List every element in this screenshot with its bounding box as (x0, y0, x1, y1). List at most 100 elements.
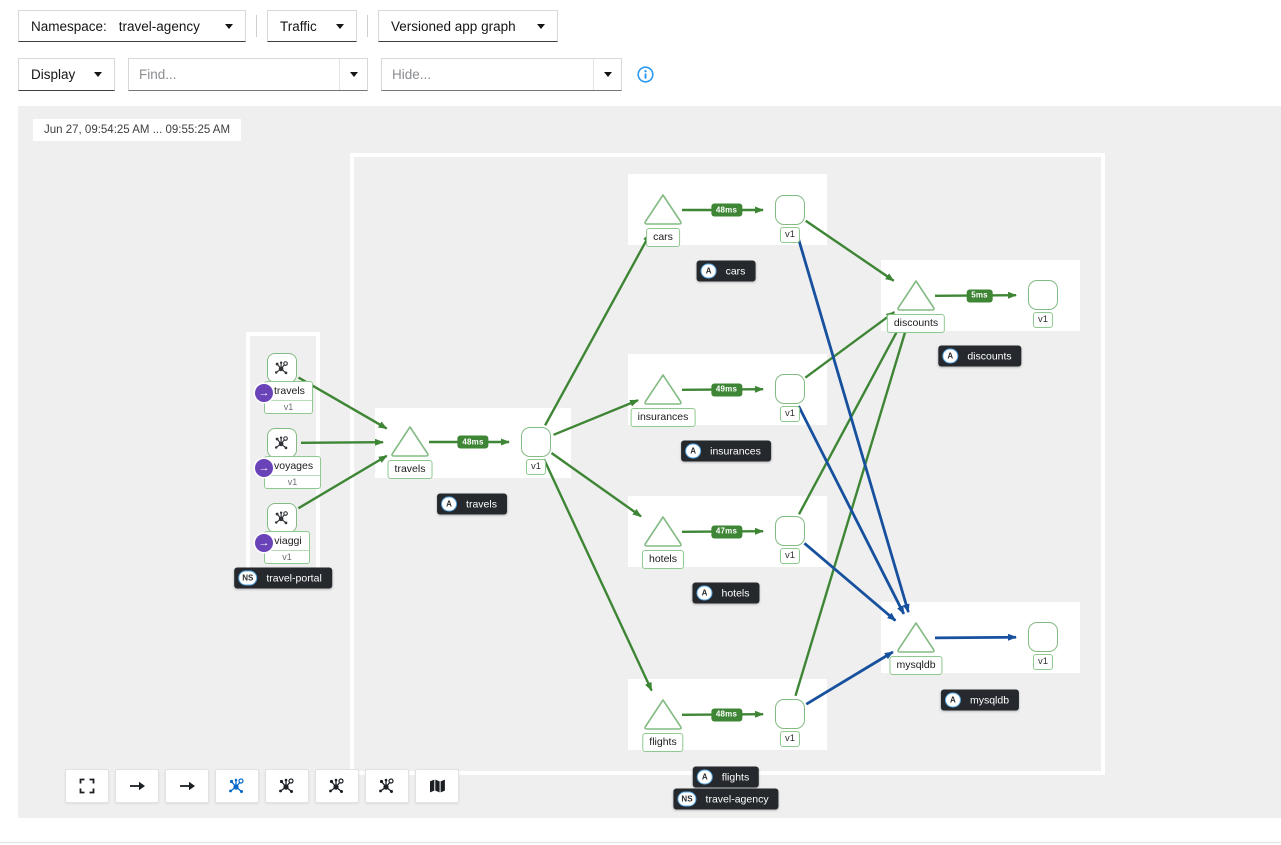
hide-input-group (381, 58, 622, 91)
chevron-down-icon (604, 72, 612, 77)
app-badge: A (441, 497, 457, 512)
legend-button[interactable] (415, 769, 459, 803)
namespace-select[interactable]: Namespace: travel-agency (18, 10, 246, 42)
chip-label: travels (466, 498, 497, 510)
layout-1-button[interactable] (265, 769, 309, 803)
graph-toolbar-row2: Display (18, 58, 654, 91)
find-input[interactable] (129, 59, 339, 90)
chip-label: mysqldb (970, 694, 1009, 706)
traffic-source-badge: → (255, 459, 273, 477)
hide-input[interactable] (382, 59, 593, 90)
service-triangle-shape (641, 513, 685, 549)
app-chip-discounts[interactable]: Adiscounts (938, 346, 1021, 367)
edge-arrow-a-button[interactable] (115, 769, 159, 803)
app-chip-insurances[interactable]: Ainsurances (681, 441, 771, 462)
node-hotels-svc[interactable] (641, 513, 685, 554)
edge-latency-label: 5ms (966, 289, 993, 302)
find-options-button[interactable] (339, 59, 367, 90)
app-chip-flights[interactable]: Aflights (693, 767, 759, 788)
edge-latency-label: 48ms (457, 436, 488, 449)
time-range-label: Jun 27, 09:54:25 AM ... 09:55:25 AM (33, 119, 241, 141)
node-flights-svc[interactable] (641, 696, 685, 737)
layout-2-button[interactable] (315, 769, 359, 803)
chip-label: discounts (967, 350, 1011, 362)
traffic-select[interactable]: Traffic (267, 10, 357, 42)
app-chip-mysqldb[interactable]: Amysqldb (941, 690, 1019, 711)
topology-icon (228, 777, 246, 795)
source-version-label: v1 (265, 475, 320, 488)
info-icon[interactable] (637, 66, 654, 83)
node-label-cars-v1: v1 (780, 227, 800, 243)
node-label-src-viaggi: →viaggiv1 (264, 531, 310, 564)
zoom-to-fit-button[interactable] (65, 769, 109, 803)
node-label-src-voyages: →voyagesv1 (264, 456, 321, 489)
node-label-insurances-svc: insurances (631, 408, 696, 427)
graph-type-select[interactable]: Versioned app graph (378, 10, 558, 42)
layout-default-button[interactable] (215, 769, 259, 803)
source-version-label: v1 (265, 550, 309, 563)
hide-options-button[interactable] (593, 59, 621, 90)
node-label-src-travels: →travelsv1 (264, 381, 313, 414)
node-cars-v1[interactable] (775, 195, 805, 225)
chip-label: travel-portal (266, 572, 321, 584)
chevron-down-icon (350, 72, 358, 77)
node-label-discounts-v1: v1 (1033, 312, 1053, 328)
service-triangle-shape (641, 191, 685, 227)
node-label-mysqldb-v1: v1 (1033, 654, 1053, 670)
node-discounts-v1[interactable] (1028, 280, 1058, 310)
node-insurances-svc[interactable] (641, 371, 685, 412)
service-triangle-shape (641, 371, 685, 407)
node-discounts-svc[interactable] (894, 277, 938, 318)
node-mysqldb-v1[interactable] (1028, 622, 1058, 652)
node-travels-svc[interactable] (388, 423, 432, 464)
arrow-right-icon (129, 778, 146, 794)
topology-icon (274, 360, 290, 376)
expand-icon (79, 778, 95, 794)
layout-3-button[interactable] (365, 769, 409, 803)
traffic-label: Traffic (280, 19, 317, 34)
node-src-voyages[interactable] (267, 428, 297, 458)
node-layer: →travelsv1 →voyagesv1 →viaggiv1 travelsv… (18, 106, 1281, 818)
edge-latency-label: 48ms (711, 204, 742, 217)
node-label-discounts-svc: discounts (887, 314, 945, 333)
namespace-badge: NS (677, 792, 696, 807)
app-chip-hotels[interactable]: Ahotels (692, 583, 759, 604)
graph-type-value: Versioned app graph (391, 19, 516, 34)
node-mysqldb-svc[interactable] (894, 619, 938, 660)
node-hotels-v1[interactable] (775, 516, 805, 546)
namespace-value: travel-agency (119, 19, 200, 34)
graph-canvas[interactable]: Jun 27, 09:54:25 AM ... 09:55:25 AM (18, 106, 1281, 818)
node-flights-v1[interactable] (775, 699, 805, 729)
node-label-travels-svc: travels (388, 460, 433, 479)
topology-icon (328, 777, 346, 795)
source-name-label: voyages (265, 457, 320, 475)
toolbar-divider (256, 15, 257, 37)
edge-latency-label: 47ms (711, 525, 742, 538)
app-badge: A (942, 349, 958, 364)
node-insurances-v1[interactable] (775, 374, 805, 404)
display-dropdown[interactable]: Display (18, 58, 115, 91)
display-label: Display (31, 67, 75, 82)
app-chip-travels[interactable]: Atravels (437, 494, 507, 515)
node-label-travels-v1: v1 (526, 459, 546, 475)
node-cars-svc[interactable] (641, 191, 685, 232)
topology-icon (378, 777, 396, 795)
node-src-travels[interactable] (267, 353, 297, 383)
map-icon (429, 778, 446, 794)
app-badge: A (945, 693, 961, 708)
app-badge: A (701, 264, 717, 279)
chip-label: hotels (721, 587, 749, 599)
app-chip-cars[interactable]: Acars (697, 261, 756, 282)
node-travels-v1[interactable] (521, 427, 551, 457)
service-triangle-shape (641, 696, 685, 732)
chip-label: travel-agency (706, 793, 769, 805)
namespace-chip-travel-portal[interactable]: NStravel-portal (234, 568, 332, 589)
edge-arrow-b-button[interactable] (165, 769, 209, 803)
chevron-down-icon (94, 72, 102, 77)
node-src-viaggi[interactable] (267, 503, 297, 533)
node-label-flights-v1: v1 (780, 731, 800, 747)
topology-icon (278, 777, 296, 795)
app-badge: A (696, 586, 712, 601)
namespace-chip-travel-agency[interactable]: NS travel-agency (673, 789, 778, 810)
page-bottom-divider (0, 842, 1281, 843)
